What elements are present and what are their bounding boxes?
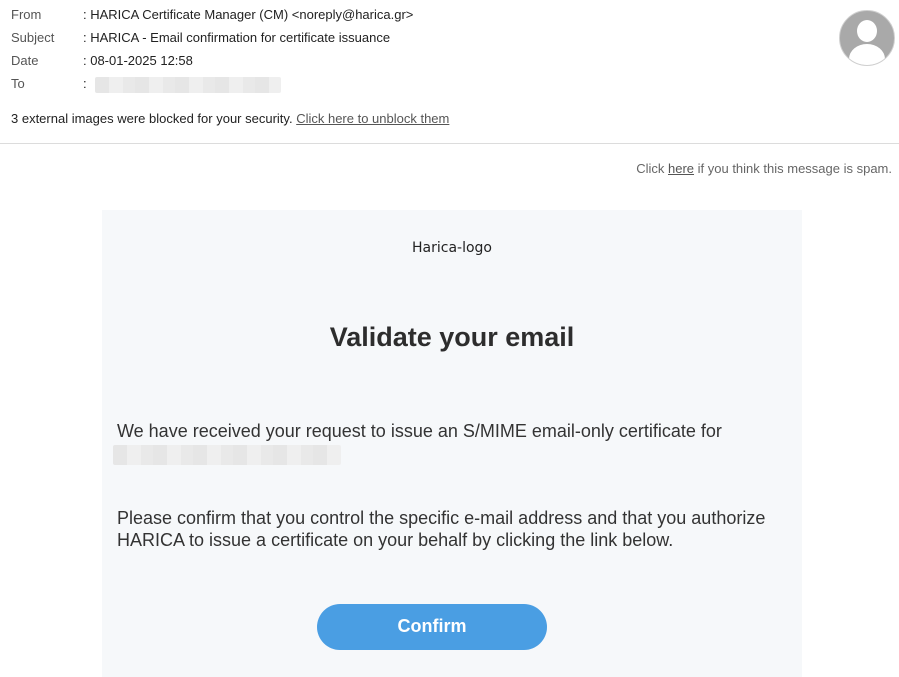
unblock-images-link[interactable]: Click here to unblock them <box>296 111 449 126</box>
spam-report-link[interactable]: here <box>668 161 694 176</box>
from-label: From <box>11 7 42 22</box>
date-value: : 08-01-2025 12:58 <box>83 53 193 68</box>
confirm-paragraph: Please confirm that you control the spec… <box>117 508 766 550</box>
blocked-images-text: 3 external images were blocked for your … <box>11 111 293 126</box>
spam-prefix: Click <box>636 161 665 176</box>
confirm-button[interactable]: Confirm <box>317 604 547 650</box>
redacted-recipient <box>95 76 282 93</box>
email-body-card: Harica-logo Validate your email We have … <box>102 210 802 677</box>
request-text: We have received your request to issue a… <box>117 421 722 441</box>
from-value[interactable]: : HARICA Certificate Manager (CM) <norep… <box>83 5 413 25</box>
spam-notice: Click here if you think this message is … <box>636 159 892 179</box>
spam-suffix: if you think this message is spam. <box>697 161 892 176</box>
subject-label: Subject <box>11 30 55 45</box>
to-label: To <box>11 76 25 91</box>
request-paragraph: We have received your request to issue a… <box>113 420 787 466</box>
header-divider <box>0 143 899 144</box>
blocked-images-notice: 3 external images were blocked for your … <box>11 109 449 129</box>
date-label: Date <box>11 53 39 68</box>
user-avatar-icon <box>839 10 895 66</box>
redacted-email-address <box>113 445 341 466</box>
harica-logo: Harica-logo <box>412 240 492 256</box>
email-title: Validate your email <box>329 322 575 352</box>
subject-value: : HARICA - Email confirmation for certif… <box>83 30 391 45</box>
to-value[interactable]: : <box>83 74 282 94</box>
to-prefix: : <box>83 76 87 91</box>
